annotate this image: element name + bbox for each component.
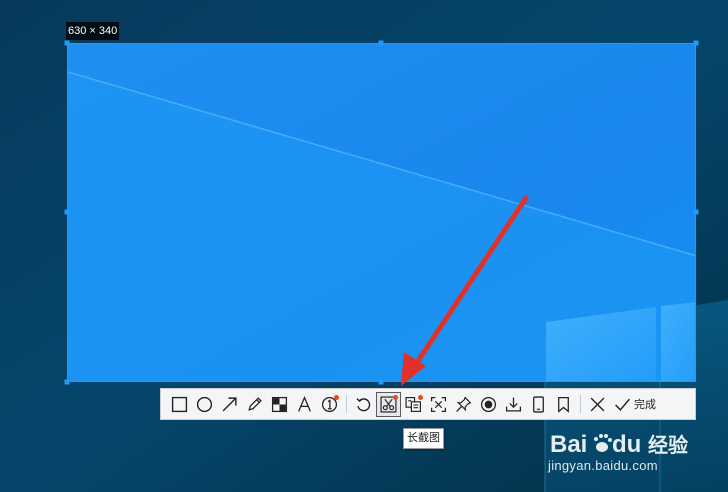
screenshot-toolbar: 完成 [160, 388, 696, 420]
mosaic-icon [271, 396, 288, 412]
svg-text:du: du [612, 431, 641, 458]
record-icon [480, 396, 497, 412]
bookmark-icon [558, 396, 569, 413]
new-feature-badge [418, 394, 423, 400]
long-screenshot-tool[interactable] [376, 391, 401, 417]
resize-handle-right[interactable] [693, 209, 699, 215]
undo-icon [356, 397, 371, 411]
undo-tool[interactable] [351, 392, 376, 417]
rectangle-tool[interactable] [167, 392, 192, 417]
checkmark-icon [615, 398, 630, 411]
number-tool[interactable] [317, 392, 342, 417]
close-tool[interactable] [585, 392, 610, 417]
resize-handle-bottom[interactable] [378, 379, 384, 385]
scan-icon [430, 396, 447, 412]
resize-handle-left[interactable] [64, 209, 70, 215]
new-feature-badge [393, 394, 398, 400]
done-button[interactable]: 完成 [610, 392, 660, 417]
phone-tool[interactable] [526, 392, 551, 417]
download-icon [505, 397, 522, 412]
done-label: 完成 [634, 399, 656, 411]
new-feature-badge [334, 394, 339, 400]
mosaic-tool[interactable] [267, 392, 292, 417]
selection-size-label: 630 × 340 [66, 22, 120, 40]
download-tool[interactable] [501, 392, 526, 417]
close-icon [590, 397, 605, 411]
arrow-icon [222, 396, 237, 411]
resize-handle-top-right[interactable] [693, 40, 699, 46]
circle-icon [196, 396, 213, 412]
toolbar-divider [580, 395, 581, 413]
ocr-tool[interactable] [401, 392, 426, 417]
resize-handle-top[interactable] [378, 40, 384, 46]
ellipse-tool[interactable] [192, 392, 217, 417]
resize-handle-bottom-left[interactable] [64, 379, 70, 385]
tooltip: 长截图 [403, 428, 444, 449]
record-tool[interactable] [476, 392, 501, 417]
screenshot-selection[interactable] [67, 43, 696, 382]
svg-text:经验: 经验 [648, 433, 688, 457]
rectangle-icon [171, 396, 188, 412]
baidu-jingyan-watermark: Bai du 经验 jingyan.baidu.com [548, 428, 714, 474]
text-icon [298, 395, 311, 412]
resize-handle-top-left[interactable] [64, 40, 70, 46]
text-tool[interactable] [292, 392, 317, 417]
toolbar-divider [346, 395, 347, 413]
baidu-logo: Bai du 经验 [550, 431, 688, 458]
pencil-icon [248, 396, 262, 411]
selection-wallpaper [68, 44, 695, 381]
pen-tool[interactable] [242, 392, 267, 417]
arrow-tool[interactable] [217, 392, 242, 417]
scan-tool[interactable] [426, 392, 451, 417]
pin-icon [456, 396, 472, 412]
svg-text:Bai: Bai [550, 431, 587, 458]
watermark-url: jingyan.baidu.com [548, 458, 658, 473]
bookmark-tool[interactable] [551, 392, 576, 417]
pin-tool[interactable] [451, 392, 476, 417]
phone-icon [533, 395, 544, 413]
